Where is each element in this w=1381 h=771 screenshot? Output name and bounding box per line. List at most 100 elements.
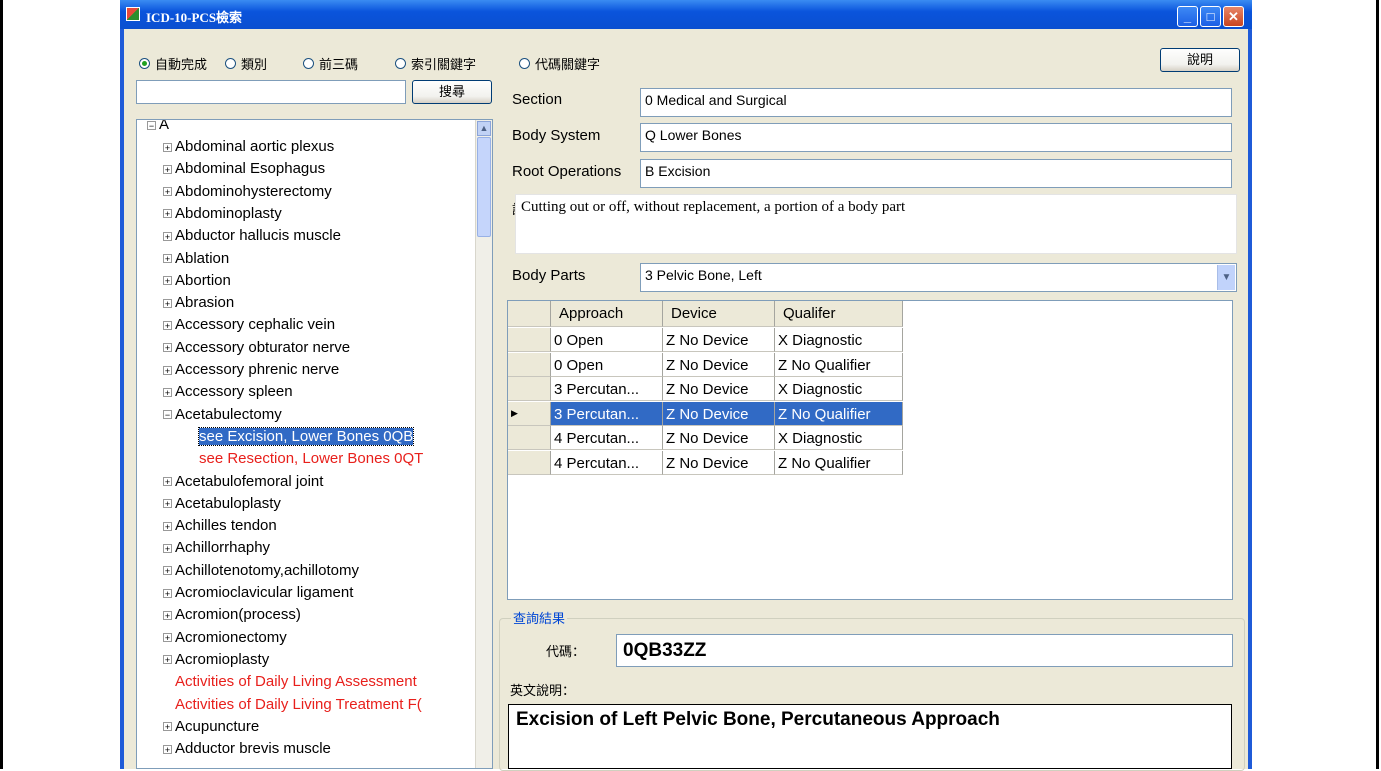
grid-column-header[interactable]: Approach	[551, 301, 663, 327]
section-field[interactable]: 0 Medical and Surgical	[640, 88, 1232, 117]
expand-icon[interactable]: +	[163, 499, 172, 509]
grid-cell[interactable]: 3 Percutan...	[551, 377, 663, 401]
radio-option[interactable]: 類別	[225, 54, 267, 73]
tree-item[interactable]: + Accessory spleen	[163, 383, 293, 405]
tree-item[interactable]: + Abrasion	[163, 294, 234, 316]
search-input[interactable]	[136, 80, 406, 104]
tree-root[interactable]: − A	[147, 120, 169, 138]
grid-cell[interactable]: 4 Percutan...	[551, 426, 663, 450]
maximize-icon[interactable]: □	[1200, 6, 1221, 27]
tree-item[interactable]: see Resection, Lower Bones 0QT	[199, 450, 423, 472]
help-button[interactable]: 說明	[1160, 48, 1240, 72]
grid-cell[interactable]: 0 Open	[551, 352, 663, 377]
tree-scrollbar[interactable]: ▲	[475, 120, 492, 768]
grid-row-header[interactable]	[508, 450, 551, 475]
tree-item[interactable]: − Acetabulectomy	[163, 406, 282, 428]
tree-item[interactable]: + Abortion	[163, 272, 231, 294]
grid-cell[interactable]: 3 Percutan...	[551, 401, 663, 426]
body-system-field[interactable]: Q Lower Bones	[640, 123, 1232, 152]
radio-option[interactable]: 索引關鍵字	[395, 54, 476, 73]
radio-unselected-icon[interactable]	[303, 58, 314, 69]
tree-item[interactable]: Activities of Daily Living Treatment F(	[175, 696, 422, 718]
tree-item[interactable]: + Accessory obturator nerve	[163, 339, 350, 361]
tree-item[interactable]: + Abdominoplasty	[163, 205, 282, 227]
tree-item[interactable]: Activities of Daily Living Assessment	[175, 673, 417, 695]
grid-cell[interactable]: Z No Qualifier	[775, 450, 903, 475]
expand-icon[interactable]: +	[163, 588, 172, 598]
tree-item[interactable]: + Abductor hallucis muscle	[163, 227, 341, 249]
body-parts-select[interactable]: 3 Pelvic Bone, Left ▼	[640, 263, 1237, 292]
radio-selected-icon[interactable]	[139, 58, 150, 69]
radio-unselected-icon[interactable]	[395, 58, 406, 69]
tree-item[interactable]: + Acupuncture	[163, 718, 259, 740]
expand-icon[interactable]: +	[163, 722, 172, 732]
radio-unselected-icon[interactable]	[519, 58, 530, 69]
minimize-icon[interactable]: _	[1177, 6, 1198, 27]
tree-item[interactable]: + Acetabuloplasty	[163, 495, 281, 517]
grid-cell[interactable]: Z No Device	[663, 352, 775, 377]
radio-option[interactable]: 代碼關鍵字	[519, 54, 600, 73]
grid-cell[interactable]: 0 Open	[551, 328, 663, 352]
grid-cell[interactable]: Z No Device	[663, 377, 775, 401]
expand-icon[interactable]: +	[163, 142, 172, 152]
code-field[interactable]: 0QB33ZZ	[616, 634, 1233, 667]
grid-row-header[interactable]	[508, 426, 551, 450]
grid-row-header[interactable]	[508, 377, 551, 401]
scroll-up-icon[interactable]: ▲	[477, 121, 491, 136]
grid-row-header[interactable]	[508, 328, 551, 352]
expand-icon[interactable]: +	[163, 610, 172, 620]
radio-option[interactable]: 前三碼	[303, 54, 358, 73]
collapse-icon[interactable]: −	[163, 410, 172, 420]
expand-icon[interactable]: +	[163, 566, 172, 576]
expand-icon[interactable]: +	[163, 633, 172, 643]
tree-item[interactable]: + Acetabulofemoral joint	[163, 473, 323, 495]
radio-unselected-icon[interactable]	[225, 58, 236, 69]
expand-icon[interactable]: +	[163, 655, 172, 665]
grid-column-header[interactable]: Device	[663, 301, 775, 327]
expand-icon[interactable]: +	[163, 365, 172, 375]
expand-icon[interactable]: +	[163, 477, 172, 487]
tree-item[interactable]: + Achillotenotomy,achillotomy	[163, 562, 359, 584]
grid-cell[interactable]: Z No Device	[663, 401, 775, 426]
scroll-thumb[interactable]	[477, 137, 491, 237]
chevron-down-icon[interactable]: ▼	[1217, 265, 1235, 290]
expand-icon[interactable]: +	[163, 276, 172, 286]
tree-item[interactable]: see Excision, Lower Bones 0QB	[197, 426, 415, 450]
tree-item[interactable]: + Abdominohysterectomy	[163, 183, 332, 205]
grid-row-header[interactable]	[508, 352, 551, 377]
search-button[interactable]: 搜尋	[412, 80, 492, 104]
row-pointer-icon[interactable]: ▶	[508, 401, 551, 426]
grid-cell[interactable]: Z No Device	[663, 426, 775, 450]
tree-item[interactable]: + Abdominal aortic plexus	[163, 138, 334, 160]
tree-item[interactable]: + Accessory cephalic vein	[163, 316, 335, 338]
english-description-field[interactable]: Excision of Left Pelvic Bone, Percutaneo…	[508, 704, 1232, 769]
grid-cell[interactable]: X Diagnostic	[775, 328, 903, 352]
collapse-icon[interactable]: −	[147, 120, 156, 130]
grid-cell[interactable]: Z No Device	[663, 328, 775, 352]
close-icon[interactable]: ✕	[1223, 6, 1244, 27]
grid-column-header[interactable]: Qualifer	[775, 301, 903, 327]
grid-cell[interactable]: X Diagnostic	[775, 426, 903, 450]
tree-item[interactable]: + Acromion(process)	[163, 606, 301, 628]
tree-item[interactable]: + Adductor brevis muscle	[163, 740, 331, 762]
tree-item[interactable]: + Acromioplasty	[163, 651, 269, 673]
approach-grid[interactable]: Approach Device Qualifer 0 Open Z No Device X…	[507, 300, 1233, 600]
expand-icon[interactable]: +	[163, 298, 172, 308]
index-tree[interactable]: − A + Abdominal aortic plexus + Abdominal Es…	[136, 119, 493, 769]
expand-icon[interactable]: +	[163, 744, 172, 754]
grid-cell[interactable]: Z No Qualifier	[775, 352, 903, 377]
expand-icon[interactable]: +	[163, 254, 172, 264]
tree-item[interactable]: + Abdominal Esophagus	[163, 160, 325, 182]
grid-cell[interactable]: X Diagnostic	[775, 377, 903, 401]
tree-item[interactable]: + Ablation	[163, 250, 229, 272]
tree-item[interactable]: + Achilles tendon	[163, 517, 277, 539]
expand-icon[interactable]: +	[163, 164, 172, 174]
expand-icon[interactable]: +	[163, 231, 172, 241]
grid-cell[interactable]: 4 Percutan...	[551, 450, 663, 475]
expand-icon[interactable]: +	[163, 387, 172, 397]
expand-icon[interactable]: +	[163, 320, 172, 330]
root-operations-field[interactable]: B Excision	[640, 159, 1232, 188]
tree-item[interactable]: + Acromionectomy	[163, 629, 287, 651]
tree-item[interactable]: + Accessory phrenic nerve	[163, 361, 339, 383]
radio-option[interactable]: 自動完成	[139, 54, 207, 73]
